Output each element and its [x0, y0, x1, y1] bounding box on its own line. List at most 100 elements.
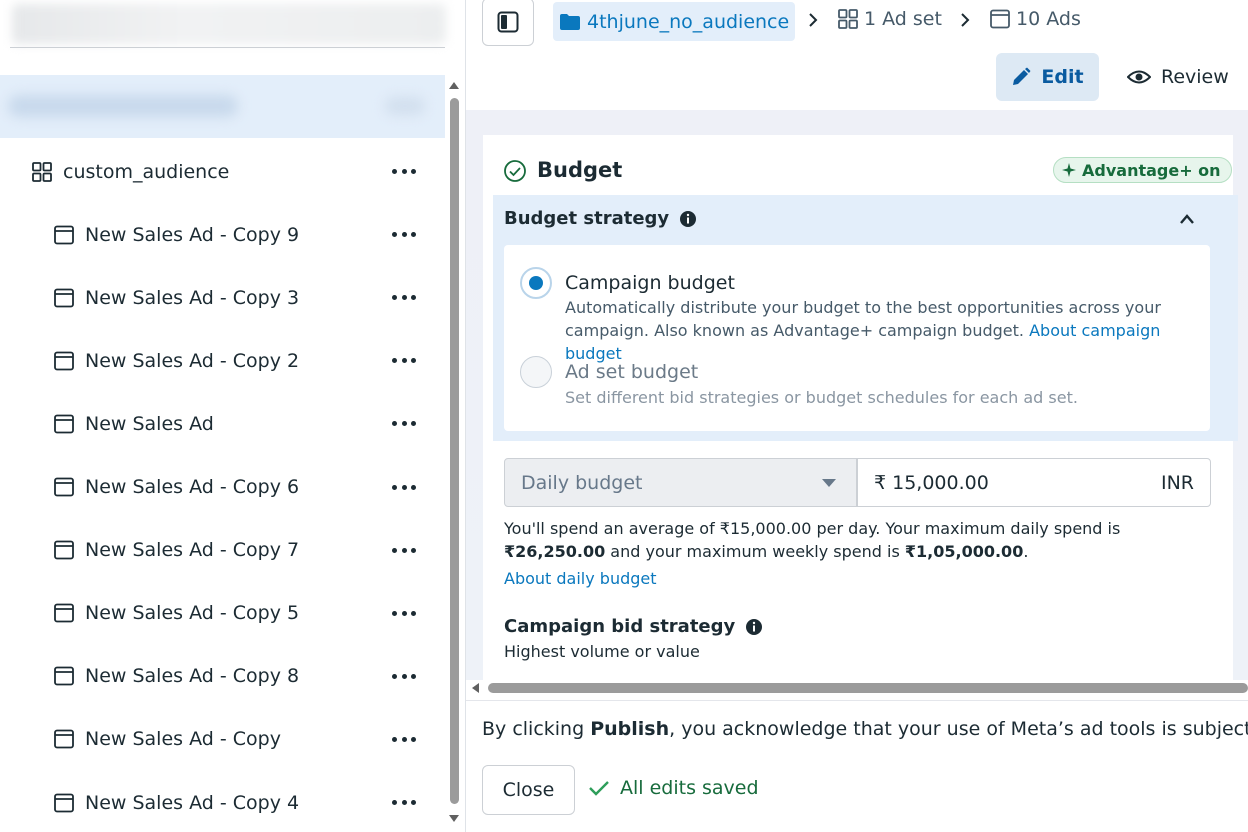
breadcrumb-adsets[interactable]: 1 Ad set: [837, 8, 942, 30]
tree-item-ad[interactable]: New Sales Ad - Copy 7: [0, 519, 445, 582]
adsets-label: 1 Ad set: [864, 8, 942, 30]
publish-legal-notice: By clicking Publish, you acknowledge tha…: [482, 718, 1248, 740]
tree-item-ad[interactable]: New Sales Ad - Copy 3: [0, 266, 445, 329]
legal-text: By clicking: [482, 718, 591, 740]
close-button[interactable]: Close: [482, 765, 575, 815]
adset-budget-title: Ad set budget: [565, 361, 699, 383]
ad-window-icon: [54, 477, 74, 497]
review-mode-button[interactable]: Review: [1121, 53, 1246, 101]
pencil-icon: [1013, 67, 1031, 85]
save-status: All edits saved: [588, 777, 759, 799]
budget-type-select[interactable]: Daily budget: [504, 458, 857, 507]
ad-window-icon: [54, 351, 74, 371]
more-options-icon[interactable]: [390, 540, 418, 560]
ads-label: 10 Ads: [1016, 8, 1081, 30]
spend-note-text: .: [1023, 542, 1029, 561]
edit-label: Edit: [1041, 66, 1084, 88]
more-options-icon[interactable]: [390, 414, 418, 434]
tree-item-ad[interactable]: New Sales Ad - Copy 6: [0, 456, 445, 519]
currency-label: INR: [1160, 471, 1194, 494]
blurred-campaign-actions: [385, 97, 425, 115]
tree-item-ad[interactable]: New Sales Ad - Copy 9: [0, 203, 445, 266]
campaign-budget-title: Campaign budget: [565, 272, 735, 294]
more-options-icon[interactable]: [390, 793, 418, 813]
ad-window-icon: [54, 225, 74, 244]
more-options-icon[interactable]: [390, 162, 418, 182]
grid-icon: [32, 161, 52, 182]
bid-strategy-header: Campaign bid strategy: [504, 616, 763, 637]
more-options-icon[interactable]: [390, 729, 418, 749]
ad-window-icon: [54, 414, 74, 434]
budget-amount-input[interactable]: ₹ 15,000.00 INR: [857, 458, 1211, 507]
sparkle-icon: [1062, 163, 1076, 177]
budget-strategy-header[interactable]: Budget strategy: [504, 208, 697, 229]
ad-window-icon: [54, 603, 74, 623]
more-options-icon[interactable]: [390, 351, 418, 371]
tree-item-adset[interactable]: custom_audience: [0, 140, 445, 203]
info-icon[interactable]: [745, 618, 763, 636]
tree-item-label: New Sales Ad: [85, 412, 214, 435]
adset-budget-radio[interactable]: [520, 356, 552, 388]
ad-window-icon: [54, 540, 74, 560]
scrollbar-thumb[interactable]: [450, 98, 459, 804]
advantage-plus-badge[interactable]: Advantage+ on: [1053, 157, 1232, 183]
about-daily-budget-link[interactable]: About daily budget: [504, 569, 657, 588]
tree-item-ad[interactable]: New Sales Ad - Copy: [0, 708, 445, 771]
scroll-down-arrow-icon[interactable]: [449, 815, 459, 822]
tree-item-label: New Sales Ad - Copy: [85, 728, 281, 751]
scroll-up-arrow-icon[interactable]: [449, 82, 459, 89]
tree-item-label: New Sales Ad - Copy 2: [85, 349, 300, 372]
more-options-icon[interactable]: [390, 477, 418, 497]
ad-window-icon: [54, 666, 74, 686]
tree-item-ad[interactable]: New Sales Ad - Copy 4: [0, 771, 445, 832]
spend-note-text: and your maximum weekly spend is: [605, 542, 905, 561]
horizontal-scrollbar[interactable]: [466, 680, 1248, 696]
campaign-budget-radio[interactable]: [520, 267, 552, 299]
tree-item-ad[interactable]: New Sales Ad: [0, 392, 445, 455]
ad-window-icon: [990, 9, 1010, 29]
max-weekly-spend: ₹1,05,000.00: [904, 542, 1024, 561]
tree-item-ad[interactable]: New Sales Ad - Copy 2: [0, 329, 445, 392]
tree-item-label: New Sales Ad - Copy 3: [85, 286, 300, 309]
chevron-right-icon: [961, 13, 970, 27]
tree-item-label: custom_audience: [63, 160, 230, 183]
more-options-icon[interactable]: [390, 288, 418, 308]
tree-item-ad[interactable]: New Sales Ad - Copy 8: [0, 645, 445, 708]
advantage-label: Advantage+ on: [1082, 160, 1221, 180]
save-status-label: All edits saved: [620, 777, 759, 799]
more-options-icon[interactable]: [390, 603, 418, 623]
spend-note-text: You'll spend an average of ₹15,000.00 pe…: [504, 519, 1121, 538]
scroll-left-arrow-icon[interactable]: [472, 683, 479, 693]
budget-strategy-heading: Budget strategy: [504, 208, 670, 229]
breadcrumb-ads[interactable]: 10 Ads: [989, 8, 1081, 30]
bid-strategy-heading: Campaign bid strategy: [504, 616, 736, 637]
caret-down-icon: [822, 479, 836, 487]
vertical-scrollbar[interactable]: [445, 78, 463, 830]
max-daily-spend: ₹26,250.00: [504, 542, 606, 561]
spend-estimate-note: You'll spend an average of ₹15,000.00 pe…: [504, 517, 1224, 563]
chevron-right-icon: [809, 13, 818, 27]
campaign-tree-panel: custom_audience New Sales Ad - Copy 9 New …: [0, 0, 466, 832]
divider: [10, 47, 445, 48]
editor-panel: 4thjune_no_audience 1 Ad set 10 Ads Edit: [466, 0, 1248, 832]
sidebar-panel-icon: [497, 11, 519, 33]
divider: [466, 700, 1248, 701]
tree-item-label: New Sales Ad - Copy 9: [85, 223, 300, 246]
campaign-name: 4thjune_no_audience: [587, 10, 790, 33]
more-options-icon[interactable]: [390, 225, 418, 245]
selected-campaign-row[interactable]: [0, 75, 445, 138]
ad-window-icon: [54, 793, 74, 812]
chevron-up-icon[interactable]: [1179, 213, 1195, 225]
info-icon[interactable]: [679, 210, 697, 228]
more-options-icon[interactable]: [390, 666, 418, 686]
checkmark-icon: [589, 781, 609, 796]
edit-mode-button[interactable]: Edit: [996, 53, 1099, 101]
eye-icon: [1127, 70, 1151, 84]
breadcrumb-campaign[interactable]: 4thjune_no_audience: [553, 2, 796, 41]
blurred-campaign-name: [8, 95, 238, 117]
adset-budget-description: Set different bid strategies or budget s…: [565, 388, 1078, 407]
scrollbar-thumb[interactable]: [488, 683, 1248, 693]
tree-item-label: New Sales Ad - Copy 8: [85, 665, 300, 688]
tree-item-ad[interactable]: New Sales Ad - Copy 5: [0, 582, 445, 645]
toggle-sidebar-button[interactable]: [482, 0, 534, 46]
